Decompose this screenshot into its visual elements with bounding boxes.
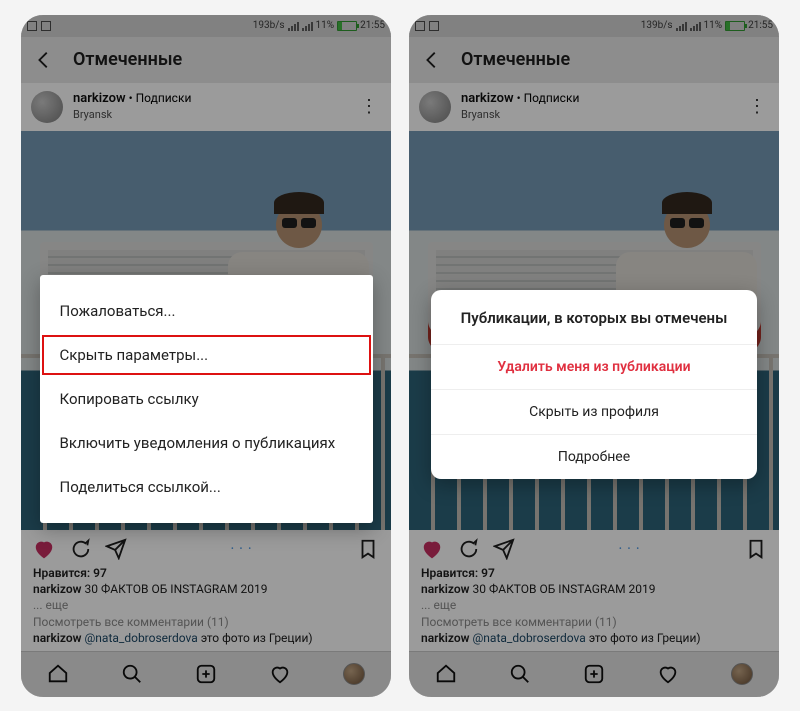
screen-right: 139b/s 11% 21:55 Отмеченные narkizow • П… (409, 15, 779, 697)
dialog-option[interactable]: Скрыть из профиля (431, 390, 757, 435)
dialog-option[interactable]: Подробнее (431, 435, 757, 479)
menu-item[interactable]: Пожаловаться... (40, 289, 373, 333)
dialog-option[interactable]: Удалить меня из публикации (431, 345, 757, 390)
options-menu: Пожаловаться...Скрыть параметры...Копиро… (40, 275, 373, 523)
menu-item[interactable]: Копировать ссылку (40, 377, 373, 421)
screen-left: 193b/s 11% 21:55 Отмеченные narkizow • П… (21, 15, 391, 697)
tagged-dialog: Публикации, в которых вы отмечены Удалит… (431, 290, 757, 479)
phone-left: 193b/s 11% 21:55 Отмеченные narkizow • П… (21, 15, 391, 697)
phone-right: 139b/s 11% 21:55 Отмеченные narkizow • П… (409, 15, 779, 697)
dialog-title: Публикации, в которых вы отмечены (431, 290, 757, 345)
menu-item[interactable]: Скрыть параметры... (40, 333, 373, 377)
menu-item[interactable]: Включить уведомления о публикациях (40, 421, 373, 465)
menu-item[interactable]: Поделиться ссылкой... (40, 465, 373, 509)
